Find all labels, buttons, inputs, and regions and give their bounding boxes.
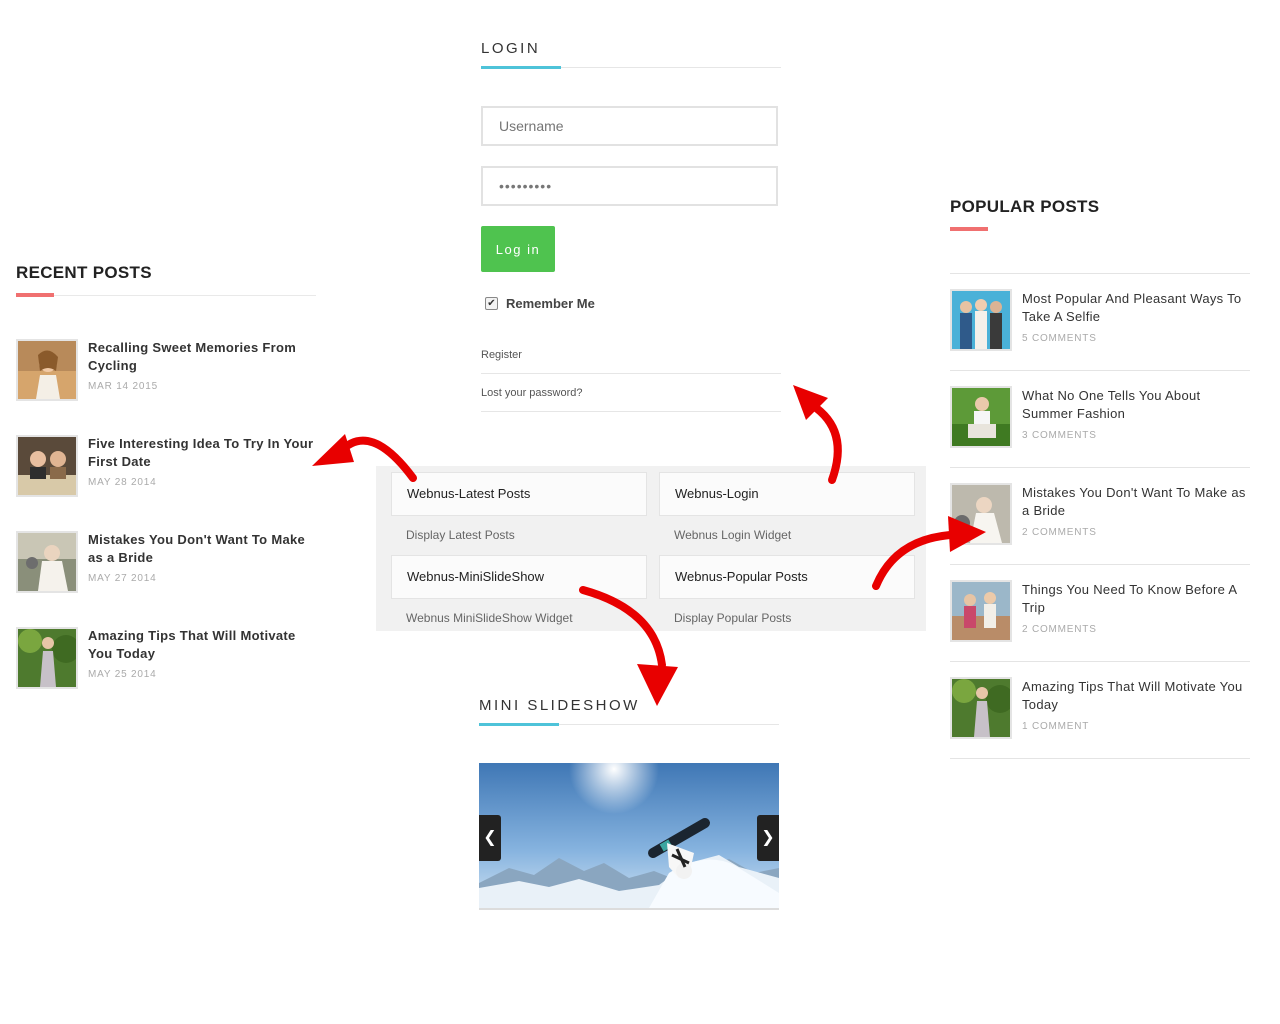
post-title[interactable]: Most Popular And Pleasant Ways To Take A… [1022, 290, 1250, 326]
widget-login[interactable]: Webnus-Login [659, 472, 915, 516]
list-item[interactable]: Amazing Tips That Will Motivate You Toda… [16, 627, 316, 689]
popular-posts-widget: POPULAR POSTS Most Popular And Pleasant … [950, 197, 1250, 759]
comment-count: 2 COMMENTS [1022, 527, 1097, 538]
comment-count: 5 COMMENTS [1022, 333, 1097, 344]
post-title[interactable]: Amazing Tips That Will Motivate You Toda… [88, 627, 316, 663]
arrowhead-icon [793, 385, 828, 420]
username-input[interactable] [481, 106, 778, 146]
list-item[interactable]: Most Popular And Pleasant Ways To Take A… [950, 274, 1250, 371]
widget-description: Display Popular Posts [674, 611, 792, 625]
list-item[interactable]: Mistakes You Don't Want To Make as a Bri… [950, 468, 1250, 565]
post-title[interactable]: Mistakes You Don't Want To Make as a Bri… [1022, 484, 1250, 520]
widget-description: Display Latest Posts [406, 528, 515, 542]
recent-posts-title: RECENT POSTS [16, 263, 316, 297]
arrowhead-icon [312, 434, 354, 466]
available-widgets-panel: Webnus-Latest Posts Display Latest Posts… [376, 466, 926, 631]
snowboarder-image [479, 763, 779, 908]
list-item[interactable]: Things You Need To Know Before A Trip 2 … [950, 565, 1250, 662]
chevron-left-icon[interactable]: ❮ [479, 815, 501, 861]
list-item[interactable]: Recalling Sweet Memories From Cycling MA… [16, 339, 316, 401]
remember-checkbox[interactable]: ✔ [485, 297, 498, 310]
widget-latest-posts[interactable]: Webnus-Latest Posts [391, 472, 647, 516]
slideshow-image: ❮ ❯ [479, 763, 779, 910]
post-title[interactable]: Mistakes You Don't Want To Make as a Bri… [88, 531, 316, 567]
list-item[interactable]: Five Interesting Idea To Try In Your Fir… [16, 435, 316, 497]
recent-posts-widget: RECENT POSTS Recalling Sweet Memories Fr… [16, 263, 316, 689]
remember-label: Remember Me [506, 296, 595, 311]
list-item[interactable]: Amazing Tips That Will Motivate You Toda… [950, 662, 1250, 759]
post-thumbnail[interactable] [16, 339, 78, 401]
post-thumbnail[interactable] [16, 627, 80, 689]
post-thumbnail[interactable] [16, 435, 78, 497]
post-thumbnail[interactable] [950, 580, 1012, 642]
post-title[interactable]: Five Interesting Idea To Try In Your Fir… [88, 435, 316, 471]
post-date: MAY 27 2014 [88, 573, 157, 584]
popular-posts-title: POPULAR POSTS [950, 197, 1250, 231]
login-button[interactable]: Log in [481, 226, 555, 272]
lost-password-link[interactable]: Lost your password? [481, 387, 781, 412]
post-title[interactable]: Amazing Tips That Will Motivate You Toda… [1022, 678, 1250, 714]
login-widget: LOGIN ••••••••• Log in ✔ Remember Me Reg… [481, 40, 781, 412]
mini-slideshow-widget: MINI SLIDESHOW [479, 697, 779, 726]
post-thumbnail[interactable] [950, 289, 1012, 351]
widget-mini-slideshow[interactable]: Webnus-MiniSlideShow [391, 555, 647, 599]
post-date: MAY 25 2014 [88, 669, 157, 680]
mini-slideshow-title: MINI SLIDESHOW [479, 697, 779, 726]
post-title[interactable]: What No One Tells You About Summer Fashi… [1022, 387, 1250, 423]
post-thumbnail[interactable] [950, 483, 1012, 545]
list-item[interactable]: Mistakes You Don't Want To Make as a Bri… [16, 531, 316, 593]
widget-description: Webnus MiniSlideShow Widget [406, 611, 573, 625]
post-date: MAY 28 2014 [88, 477, 157, 488]
post-date: MAR 14 2015 [88, 381, 158, 392]
post-title[interactable]: Things You Need To Know Before A Trip [1022, 581, 1250, 617]
post-thumbnail[interactable] [950, 677, 1014, 739]
comment-count: 2 COMMENTS [1022, 624, 1097, 635]
password-input[interactable]: ••••••••• [481, 166, 778, 206]
widget-description: Webnus Login Widget [674, 528, 792, 542]
comment-count: 3 COMMENTS [1022, 430, 1097, 441]
post-thumbnail[interactable] [950, 386, 1012, 448]
comment-count: 1 COMMENT [1022, 721, 1090, 732]
post-thumbnail[interactable] [16, 531, 78, 593]
list-item[interactable]: What No One Tells You About Summer Fashi… [950, 371, 1250, 468]
register-link[interactable]: Register [481, 349, 781, 374]
login-title: LOGIN [481, 40, 781, 69]
remember-me[interactable]: ✔ Remember Me [485, 296, 595, 311]
chevron-right-icon[interactable]: ❯ [757, 815, 779, 861]
post-title[interactable]: Recalling Sweet Memories From Cycling [88, 339, 316, 375]
widget-popular-posts[interactable]: Webnus-Popular Posts [659, 555, 915, 599]
